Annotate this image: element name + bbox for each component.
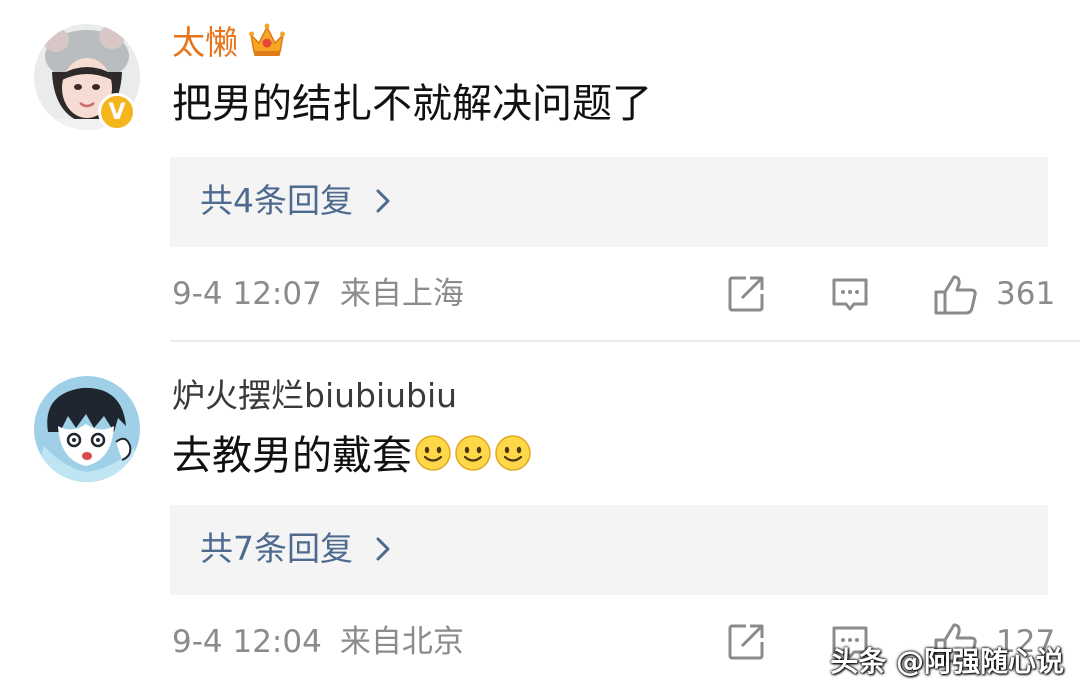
location: 来自北京: [339, 624, 464, 660]
location: 来自上海: [339, 276, 464, 312]
view-replies-label: 共4条回复: [200, 181, 353, 220]
chevron-right-icon: [375, 536, 391, 566]
smile-emoji-icon: [414, 434, 452, 483]
crown-icon: [248, 22, 286, 67]
avatar[interactable]: [34, 376, 140, 482]
repost-icon[interactable]: [726, 274, 766, 318]
verified-badge-icon: V: [98, 93, 136, 131]
view-replies-label: 共7条回复: [200, 529, 353, 568]
comment-meta: 9-4 12:07 来自上海: [172, 274, 464, 314]
like-icon[interactable]: [933, 274, 979, 320]
repost-icon[interactable]: [726, 622, 766, 666]
comment-text: 把男的结扎不就解决问题了: [172, 81, 652, 127]
smile-emoji-icon: [454, 434, 492, 483]
smile-emoji-icon: [494, 434, 532, 483]
watermark: 头条 @阿强随心说: [830, 645, 1064, 678]
timestamp: 9-4 12:04: [172, 624, 322, 660]
comment-meta: 9-4 12:04 来自北京: [172, 622, 464, 662]
comment-icon[interactable]: [830, 274, 870, 318]
username-text: 太懒: [172, 23, 238, 62]
comment-item: V 太懒 把男的结扎不就解决问题了 共4条回复 9-4 12:07 来自上海 36…: [0, 0, 1080, 342]
username[interactable]: 太懒: [172, 22, 286, 67]
timestamp: 9-4 12:07: [172, 276, 322, 312]
username[interactable]: 炉火摆烂biubiubiu: [172, 376, 457, 416]
view-replies-button[interactable]: 共4条回复: [170, 157, 1048, 247]
like-count: 361: [996, 276, 1056, 312]
view-replies-button[interactable]: 共7条回复: [170, 505, 1048, 595]
comment-text-content: 去教男的戴套: [172, 433, 412, 479]
comment-item: 炉火摆烂biubiubiu 去教男的戴套 共7条回复 9-4 12:04 来自北京…: [0, 342, 1080, 696]
chevron-right-icon: [375, 188, 391, 218]
comment-text: 去教男的戴套: [172, 432, 532, 483]
